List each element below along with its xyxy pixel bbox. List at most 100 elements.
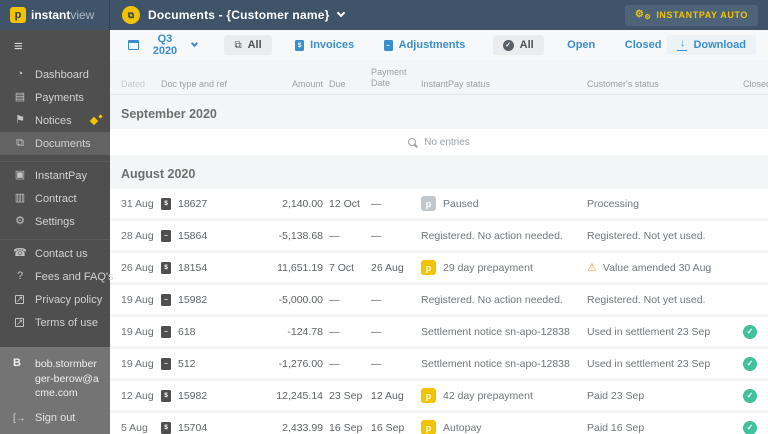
sidebar-nav: ◔ Dashboard ▤ Payments ⚑ Notices ⧉ Documents ▣ In… (0, 61, 114, 340)
brand-logo[interactable]: p instant view (0, 0, 110, 30)
row-customer-status: Used in settlement 23 Sep (587, 357, 711, 370)
row-payment-date: — (371, 293, 382, 306)
row-customer-status: Registered. Not yet used. (587, 229, 706, 242)
header-instantpay-status: InstantPay status (421, 79, 491, 89)
invoice-file-icon: $ (161, 389, 171, 402)
type-filter-invoices-label: Invoices (310, 39, 355, 51)
row-closed: ✓ (743, 388, 757, 403)
app-window: p instant view ⧉ Documents - {Customer na… (0, 0, 768, 434)
empty-state-label: No entries (424, 136, 470, 148)
adjustment-file-icon: – (161, 229, 171, 242)
copy-icon: ⧉ (234, 39, 242, 51)
sidebar-item-label: Payments (35, 91, 84, 104)
brand-name: instant (31, 8, 71, 22)
row-ref: 15982 (178, 293, 208, 306)
table-row[interactable]: 5 Aug $15704 2,433.99 16 Sep 16 Sep p Autopay P… (110, 413, 768, 434)
empty-state-row: No entries (110, 129, 768, 155)
instantpay-yellow-p-icon: p (421, 260, 436, 275)
sidebar-item-label: Privacy policy (35, 293, 103, 306)
table-row[interactable]: 31 Aug $18627 2,140.00 12 Oct — p Paused Proces… (110, 189, 768, 218)
row-dated: 19 Aug (121, 357, 154, 370)
closed-check-icon: ✓ (743, 420, 757, 434)
sparkles-icon (89, 113, 103, 127)
instantpay-auto-label: INSTANTPAY AUTO (656, 10, 748, 20)
row-doc-ref: $15704 (161, 421, 261, 434)
type-filter-all[interactable]: ⧉ All (224, 35, 272, 55)
sidebar-item-instantpay[interactable]: ▣ InstantPay (0, 164, 110, 187)
row-payment-date: — (371, 197, 382, 210)
sign-out-button[interactable]: [→ Sign out (13, 412, 102, 424)
sidebar-item-privacy-policy[interactable]: ↗ Privacy policy (0, 288, 110, 311)
table-row[interactable]: 19 Aug –15982 -5,000.00— — Registered. No ac… (110, 285, 768, 314)
instantpay-yellow-p-icon: p (421, 420, 436, 434)
table-row[interactable]: 26 Aug $18154 11,651.19 7 Oct 26 Aug p 29 day … (110, 253, 768, 282)
row-due: — (329, 293, 340, 306)
header-amount: Amount (291, 79, 323, 89)
row-payment-date: — (371, 325, 382, 338)
row-closed: ✓ (743, 324, 757, 339)
document-list: September 2020 No entries August 2020 31… (110, 94, 768, 434)
type-filter-invoices[interactable]: $ Invoices (289, 35, 360, 55)
sidebar-item-documents[interactable]: ⧉ Documents (0, 132, 110, 155)
row-dated: 28 Aug (121, 229, 154, 242)
row-amount: -124.78 (287, 325, 323, 338)
sidebar-item-label: Notices (35, 114, 72, 127)
row-payment-date: 12 Aug (371, 389, 404, 402)
header-closed: Closed (743, 79, 768, 89)
hamburger-menu-icon[interactable]: ≡ (0, 30, 110, 61)
table-row[interactable]: 19 Aug –512 -1,276.00— — Settlement notice s… (110, 349, 768, 378)
sidebar-item-payments[interactable]: ▤ Payments (0, 86, 110, 109)
header-doc-type: Doc type and ref (161, 79, 228, 89)
search-icon (408, 138, 417, 146)
type-filter-all-label: All (247, 39, 262, 51)
row-ref: 18154 (178, 261, 208, 274)
closed-check-icon: ✓ (743, 356, 757, 371)
table-row[interactable]: 28 Aug –15864 -5,138.68— — Registered. No ac… (110, 221, 768, 250)
chevron-down-icon[interactable] (337, 8, 346, 18)
sidebar-item-dashboard[interactable]: ◔ Dashboard (0, 63, 110, 86)
topbar: p instant view ⧉ Documents - {Customer na… (0, 0, 768, 30)
table-row[interactable]: 12 Aug $15982 12,245.14 23 Sep 12 Aug p 42 day… (110, 381, 768, 410)
status-filter-all[interactable]: ✓ All (492, 35, 544, 55)
row-payment-date: 26 Aug (371, 261, 404, 274)
row-amount: -1,276.00 (278, 357, 323, 370)
row-instantpay-status: Registered. No action needed. (421, 229, 563, 242)
sidebar-item-notices[interactable]: ⚑ Notices (0, 109, 110, 132)
status-filter-closed[interactable]: Closed (619, 35, 668, 55)
sign-out-label: Sign out (35, 412, 76, 424)
row-instantpay-status: Registered. No action needed. (421, 293, 563, 306)
type-filter-adjustments[interactable]: – Adjustments (378, 35, 472, 55)
section-title-september: September 2020 (121, 107, 217, 121)
settings-icon: ⚙ (15, 215, 25, 227)
calendar-icon (128, 40, 139, 50)
row-doc-ref: $15982 (161, 389, 261, 402)
sidebar-item-settings[interactable]: ⚙ Settings (0, 210, 110, 233)
warning-icon: ⚠ (587, 262, 597, 274)
sidebar-item-contact-us[interactable]: ☎ Contact us (0, 242, 110, 265)
row-doc-ref: $18627 (161, 197, 261, 210)
status-filter-open[interactable]: Open (561, 35, 601, 55)
sidebar-item-fees-and-faq-s[interactable]: ? Fees and FAQ's (0, 265, 114, 288)
row-customer-status: ⚠ Value amended 30 Aug (587, 261, 712, 275)
instantpay-auto-button[interactable]: ⚙⚙ INSTANTPAY AUTO (624, 4, 758, 26)
closed-check-icon: ✓ (743, 324, 757, 339)
row-closed: ✓ (743, 356, 757, 371)
payments-icon: ▤ (14, 91, 26, 103)
adjustment-file-icon: – (383, 39, 393, 51)
period-filter-dropdown[interactable]: Q3 2020 (122, 29, 203, 61)
download-button[interactable]: ↓ Download (667, 35, 756, 55)
sidebar-item-contract[interactable]: ▥ Contract (0, 187, 110, 210)
sidebar-item-terms-of-use[interactable]: ↗ Terms of use (0, 311, 110, 334)
row-dated: 12 Aug (121, 389, 154, 402)
row-doc-ref: –618 (161, 325, 261, 338)
sidebar-item-label: Fees and FAQ's (35, 270, 114, 283)
avatar: B (13, 357, 21, 370)
table-row[interactable]: 19 Aug –618 -124.78— — Settlement notice sn-… (110, 317, 768, 346)
adjustment-file-icon: – (161, 293, 171, 306)
row-ref: 15864 (178, 229, 208, 242)
instantpay-yellow-p-icon: p (421, 388, 436, 403)
row-payment-date: 16 Sep (371, 421, 405, 434)
row-instantpay-status: p Autopay (421, 420, 581, 434)
user-section: B bob.stormberger-berow@acme.com [→ Sign… (0, 347, 110, 434)
row-instantpay-status: p 29 day prepayment (421, 260, 581, 275)
